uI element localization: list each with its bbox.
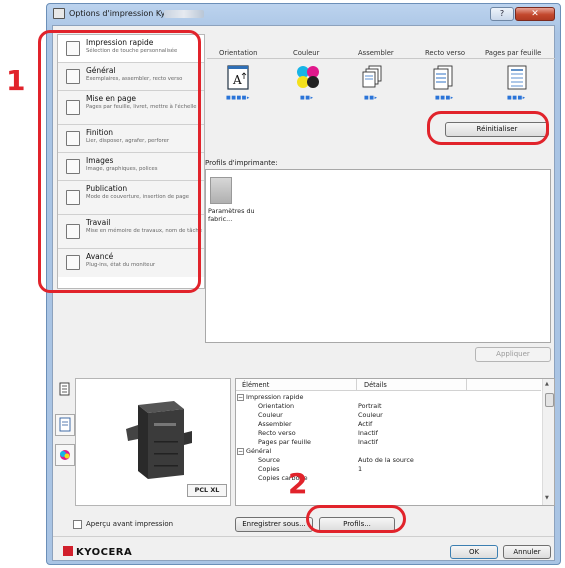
row-detail: Portrait bbox=[358, 402, 382, 410]
table-row: − Impression rapide bbox=[236, 393, 541, 402]
kyocera-logo: KYOCERA bbox=[63, 546, 132, 558]
settings-list-icon bbox=[59, 382, 70, 396]
apply-button[interactable]: Appliquer bbox=[475, 347, 551, 362]
scroll-down-icon[interactable]: ▼ bbox=[545, 495, 549, 501]
profiles-label: Profils d'imprimante: bbox=[205, 159, 278, 167]
close-button[interactable]: ✕ bbox=[515, 7, 555, 21]
color-options-indicator[interactable]: ■■▸ bbox=[300, 95, 313, 101]
reset-highlight-ring bbox=[427, 111, 549, 145]
table-row: Copies carbone bbox=[236, 474, 541, 483]
row-item: Général bbox=[246, 447, 272, 455]
cancel-button[interactable]: Annuler bbox=[503, 545, 551, 559]
document-icon bbox=[59, 417, 71, 432]
tab-duplex[interactable]: Recto verso bbox=[425, 49, 465, 57]
settings-summary-table[interactable]: Élément Détails − Impression rapide Orie… bbox=[235, 378, 555, 506]
callout-step-2: 2 bbox=[288, 467, 308, 500]
row-item: Recto verso bbox=[258, 429, 296, 437]
duplex-icon[interactable] bbox=[430, 64, 456, 90]
view-tabs bbox=[55, 378, 75, 502]
side-tab-color[interactable] bbox=[55, 444, 75, 466]
profile-thumbnail-icon[interactable] bbox=[210, 177, 232, 204]
printer-app-icon bbox=[53, 8, 65, 19]
tab-color[interactable]: Couleur bbox=[293, 49, 319, 57]
save-as-button[interactable]: Enregistrer sous... bbox=[235, 517, 313, 532]
scroll-thumb[interactable] bbox=[545, 393, 554, 407]
callout-step-1: 1 bbox=[6, 64, 26, 97]
pages-options-indicator[interactable]: ■■■▸ bbox=[507, 95, 526, 101]
row-detail: Inactif bbox=[358, 429, 378, 437]
row-item: Orientation bbox=[258, 402, 295, 410]
orientation-options-indicator[interactable]: ■■■■▸ bbox=[226, 95, 250, 101]
kyocera-logo-icon bbox=[63, 546, 73, 556]
footer-divider bbox=[53, 536, 554, 537]
tab-pages-per-sheet[interactable]: Pages par feuille bbox=[485, 49, 541, 57]
column-divider bbox=[466, 379, 467, 391]
table-row: Copies 1 bbox=[236, 465, 541, 474]
side-tab-settings[interactable] bbox=[55, 380, 75, 402]
collate-pages-icon[interactable] bbox=[360, 64, 386, 90]
table-row: Pages par feuille Inactif bbox=[236, 438, 541, 447]
brand-name: KYOCERA bbox=[76, 547, 133, 558]
help-button[interactable]: ? bbox=[490, 7, 514, 21]
title-bar[interactable]: Options d'impression Kyocera ? ✕ bbox=[47, 4, 560, 24]
printer-preview-panel: PCL XL bbox=[75, 378, 231, 506]
row-detail: Actif bbox=[358, 420, 373, 428]
row-detail: Auto de la source bbox=[358, 456, 414, 464]
blurred-model-name bbox=[164, 10, 204, 18]
column-header-item: Élément bbox=[242, 381, 270, 389]
profiles-list[interactable]: Paramètres du fabric... bbox=[205, 169, 551, 343]
row-item: Pages par feuille bbox=[258, 438, 311, 446]
table-row: Source Auto de la source bbox=[236, 456, 541, 465]
cmyk-color-icon[interactable] bbox=[295, 64, 321, 90]
print-preview-checkbox[interactable] bbox=[73, 520, 82, 529]
ok-button[interactable]: OK bbox=[450, 545, 498, 559]
row-detail: Inactif bbox=[358, 438, 378, 446]
table-row: Recto verso Inactif bbox=[236, 429, 541, 438]
tab-orientation[interactable]: Orientation bbox=[219, 49, 257, 57]
print-preview-label: Aperçu avant impression bbox=[86, 520, 174, 528]
color-swatch-icon bbox=[60, 450, 70, 460]
table-row: Assembler Actif bbox=[236, 420, 541, 429]
side-tab-document[interactable] bbox=[55, 414, 75, 436]
collapse-icon[interactable]: − bbox=[237, 448, 244, 455]
scroll-up-icon[interactable]: ▲ bbox=[545, 381, 549, 387]
svg-text:A: A bbox=[232, 73, 242, 87]
table-header: Élément Détails bbox=[236, 379, 541, 391]
column-header-details: Détails bbox=[364, 381, 387, 389]
nav-highlight-ring bbox=[38, 30, 201, 293]
row-detail: 1 bbox=[358, 465, 363, 473]
duplex-options-indicator[interactable]: ■■■▸ bbox=[435, 95, 454, 101]
collapse-icon[interactable]: − bbox=[237, 394, 244, 401]
table-row: Couleur Couleur bbox=[236, 411, 541, 420]
row-item: Assembler bbox=[258, 420, 292, 428]
row-item: Impression rapide bbox=[246, 393, 304, 401]
row-item: Couleur bbox=[258, 411, 283, 419]
collate-options-indicator[interactable]: ■■▸ bbox=[364, 95, 377, 101]
profile-item-name[interactable]: Paramètres du fabric... bbox=[208, 207, 258, 223]
column-divider bbox=[356, 379, 357, 391]
table-scrollbar[interactable]: ▲ ▼ bbox=[542, 379, 554, 505]
row-detail: Couleur bbox=[358, 411, 383, 419]
tab-divider bbox=[207, 58, 555, 59]
tab-collate[interactable]: Assembler bbox=[358, 49, 394, 57]
row-item: Copies bbox=[258, 465, 280, 473]
printer-image bbox=[126, 401, 192, 479]
portrait-page-icon[interactable]: A bbox=[225, 64, 251, 90]
row-item: Source bbox=[258, 456, 280, 464]
table-row: − Général bbox=[236, 447, 541, 456]
pcl-xl-badge: PCL XL bbox=[187, 484, 227, 497]
pages-per-sheet-icon[interactable] bbox=[504, 64, 530, 90]
profiles-highlight-ring bbox=[306, 505, 406, 533]
table-row: Orientation Portrait bbox=[236, 402, 541, 411]
